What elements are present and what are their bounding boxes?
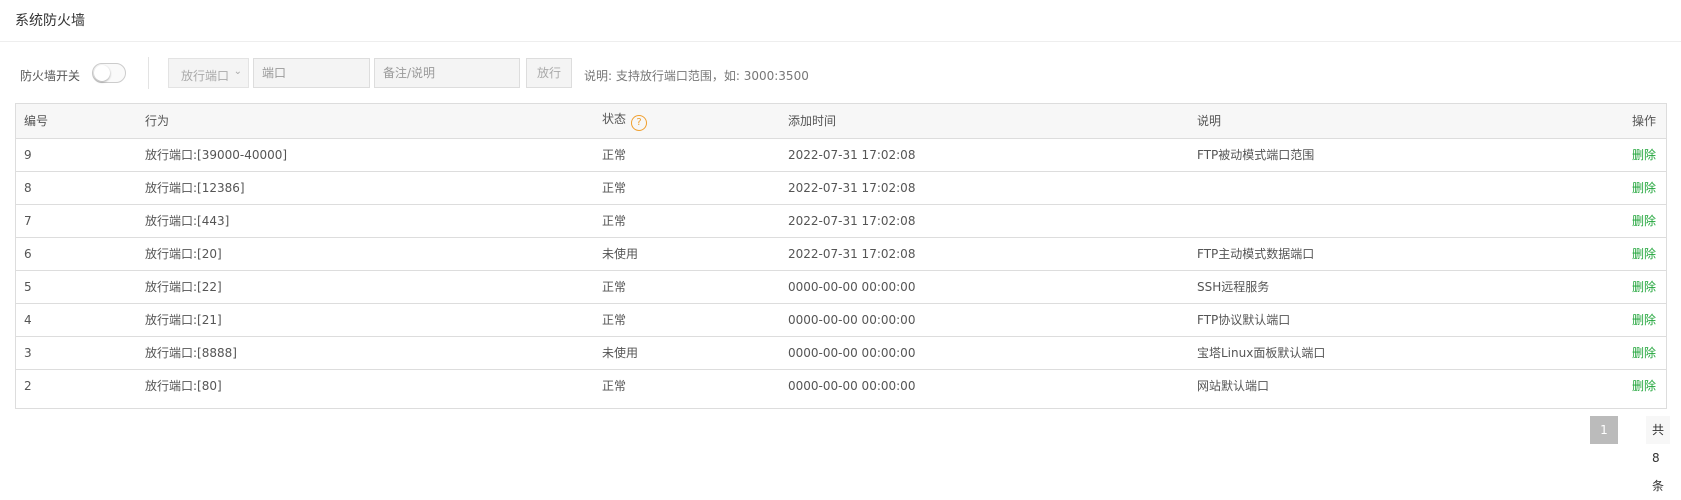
table-row: 9 放行端口:[39000-40000] 正常 2022-07-31 17:02… (16, 138, 1666, 172)
page-number-button[interactable]: 1 (1590, 416, 1618, 444)
row-id: 3 (16, 336, 137, 370)
row-id: 8 (16, 171, 137, 205)
chevron-down-icon: ⌄ (233, 66, 242, 77)
row-id: 5 (16, 270, 137, 304)
port-input[interactable] (253, 58, 370, 88)
delete-button[interactable]: 删除 (1632, 379, 1656, 393)
total-count: 共8条 (1645, 416, 1670, 493)
row-status: 正常 (594, 303, 780, 337)
table-row: 3 放行端口:[8888] 未使用 0000-00-00 00:00:00 宝塔… (16, 336, 1666, 370)
row-description: 网站默认端口 (1197, 379, 1270, 394)
row-action: 放行端口:[39000-40000] (137, 138, 594, 172)
row-id: 7 (16, 204, 137, 238)
header-operation: 操作 (1609, 104, 1666, 139)
row-description: 宝塔Linux面板默认端口 (1189, 336, 1609, 370)
action-select[interactable]: 放行端口 ⌄ (168, 58, 249, 88)
row-status: 未使用 (594, 336, 780, 370)
firewall-toolbar: 防火墙开关 放行端口 ⌄ 放行 说明: 支持放行端口范围，如: 3000:350… (0, 56, 1681, 90)
firewall-rules-table: 编号 行为 状态? 添加时间 说明 操作 9 放行端口:[39000-40000… (15, 103, 1667, 409)
toolbar-divider (148, 57, 149, 89)
table-row: 2 放行端口:[80] 正常 0000-00-00 00:00:00 网站默认端… (16, 369, 1666, 402)
row-description (1189, 171, 1609, 205)
delete-button[interactable]: 删除 (1632, 280, 1656, 294)
row-id: 6 (16, 237, 137, 271)
row-time: 2022-07-31 17:02:08 (780, 204, 1189, 238)
row-description (1189, 204, 1609, 238)
row-action: 放行端口:[8888] (137, 336, 594, 370)
row-action: 放行端口:[12386] (137, 171, 594, 205)
delete-button[interactable]: 删除 (1632, 214, 1656, 228)
row-time: 0000-00-00 00:00:00 (788, 378, 916, 393)
panel-header: 系统防火墙 (0, 0, 1681, 42)
header-id: 编号 (16, 104, 137, 139)
page-title: 系统防火墙 (15, 13, 85, 29)
header-description: 说明 (1189, 104, 1609, 139)
row-action: 放行端口:[22] (137, 270, 594, 304)
row-action: 放行端口:[443] (137, 204, 594, 238)
delete-button[interactable]: 删除 (1632, 346, 1656, 360)
row-id: 9 (16, 138, 137, 172)
port-range-hint: 说明: 支持放行端口范围，如: 3000:3500 (584, 69, 809, 83)
delete-button[interactable]: 删除 (1632, 181, 1656, 195)
row-id: 2 (24, 378, 32, 393)
row-time: 2022-07-31 17:02:08 (780, 171, 1189, 205)
row-status: 正常 (594, 171, 780, 205)
table-row: 6 放行端口:[20] 未使用 2022-07-31 17:02:08 FTP主… (16, 237, 1666, 271)
question-circle-icon[interactable]: ? (631, 115, 648, 132)
row-status: 正常 (594, 204, 780, 238)
table-row: 4 放行端口:[21] 正常 0000-00-00 00:00:00 FTP协议… (16, 303, 1666, 337)
firewall-toggle[interactable] (92, 63, 126, 83)
table-row: 5 放行端口:[22] 正常 0000-00-00 00:00:00 SSH远程… (16, 270, 1666, 304)
row-id: 4 (16, 303, 137, 337)
delete-button[interactable]: 删除 (1632, 247, 1656, 261)
row-time: 0000-00-00 00:00:00 (780, 336, 1189, 370)
header-status-label: 状态 (602, 112, 627, 127)
delete-button[interactable]: 删除 (1632, 313, 1656, 327)
release-button[interactable]: 放行 (526, 58, 572, 88)
table-row: 8 放行端口:[12386] 正常 2022-07-31 17:02:08 删除 (16, 171, 1666, 205)
row-time: 2022-07-31 17:02:08 (780, 138, 1189, 172)
row-action: 放行端口:[21] (137, 303, 594, 337)
row-time: 0000-00-00 00:00:00 (780, 303, 1189, 337)
row-description: SSH远程服务 (1189, 270, 1609, 304)
note-input[interactable] (374, 58, 520, 88)
header-action: 行为 (137, 104, 594, 139)
header-status: 状态? (594, 104, 780, 139)
action-select-value: 放行端口 (181, 69, 230, 83)
row-description: FTP被动模式端口范围 (1189, 138, 1609, 172)
row-time: 0000-00-00 00:00:00 (780, 270, 1189, 304)
row-description: FTP协议默认端口 (1189, 303, 1609, 337)
row-action: 放行端口:[20] (137, 237, 594, 271)
row-status: 正常 (602, 379, 627, 394)
firewall-switch-label: 防火墙开关 (20, 69, 81, 83)
table-header-row: 编号 行为 状态? 添加时间 说明 操作 (16, 104, 1666, 139)
toggle-knob (94, 65, 110, 81)
row-time: 2022-07-31 17:02:08 (780, 237, 1189, 271)
row-status: 正常 (594, 270, 780, 304)
delete-button[interactable]: 删除 (1632, 148, 1656, 162)
row-status: 正常 (594, 138, 780, 172)
table-row: 7 放行端口:[443] 正常 2022-07-31 17:02:08 删除 (16, 204, 1666, 238)
header-added-time: 添加时间 (780, 104, 1189, 139)
row-action: 放行端口:[80] (145, 379, 222, 394)
row-status: 未使用 (594, 237, 780, 271)
row-description: FTP主动模式数据端口 (1189, 237, 1609, 271)
